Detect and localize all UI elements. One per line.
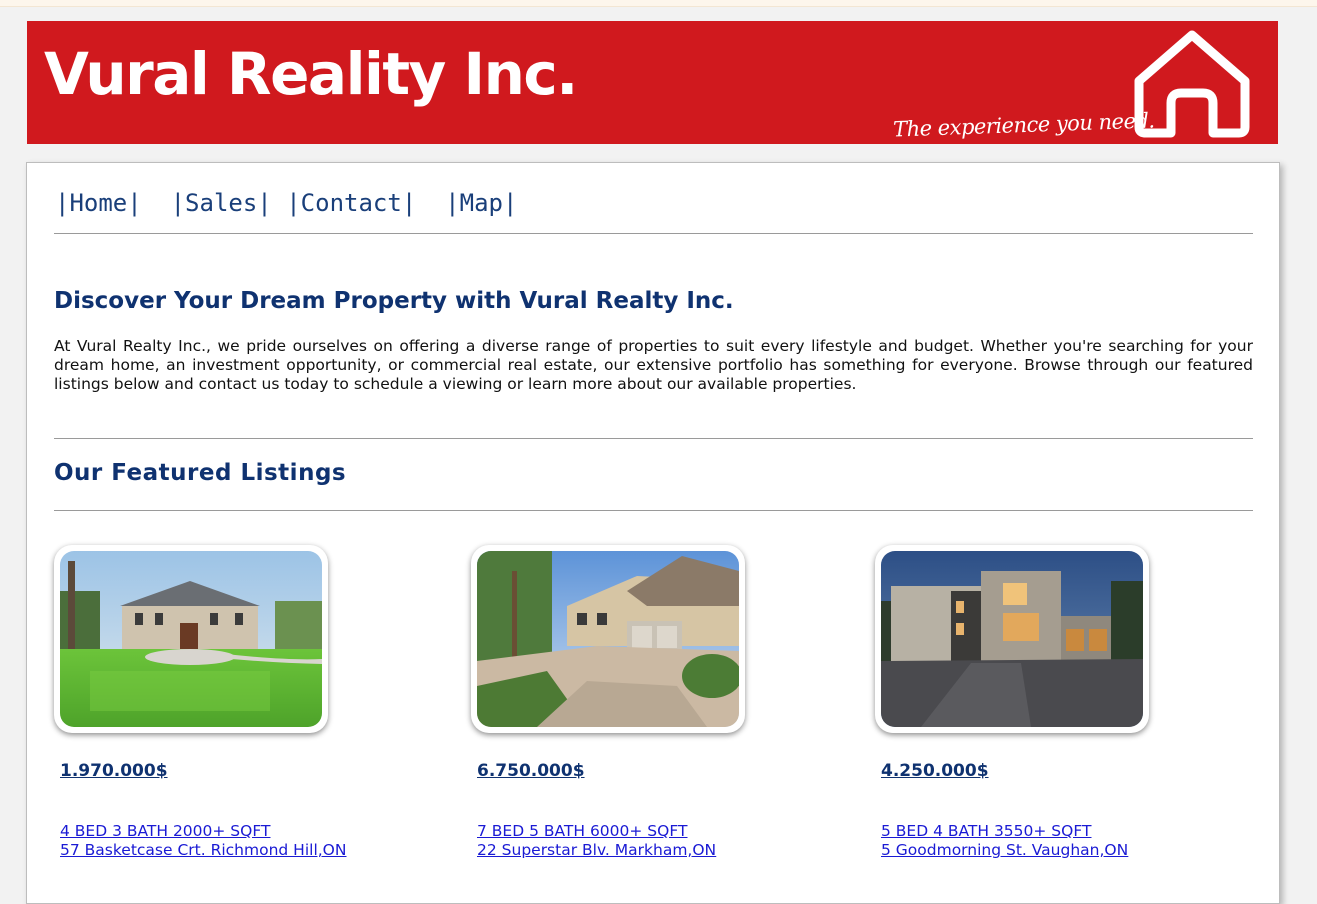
listing-photo[interactable]	[471, 545, 745, 733]
listing-specs-link[interactable]: 4 BED 3 BATH 2000+ SQFT	[60, 822, 270, 840]
listing-card: 4.250.000$ 5 BED 4 BATH 3550+ SQFT 5 Goo…	[875, 545, 1195, 865]
listing-price-link[interactable]: 4.250.000$	[881, 761, 989, 781]
intro-paragraph: At Vural Realty Inc., we pride ourselves…	[54, 337, 1253, 393]
banner-tagline: The experience you need.	[892, 108, 1155, 142]
house-photo-2	[477, 551, 739, 727]
content-panel: |Home| |Sales| |Contact| |Map| Discover …	[26, 162, 1280, 904]
listing-specs-link[interactable]: 7 BED 5 BATH 6000+ SQFT	[477, 822, 687, 840]
nav-home-link[interactable]: |Home|	[55, 189, 142, 217]
main-nav: |Home| |Sales| |Contact| |Map|	[55, 189, 517, 217]
house-outline-icon	[1134, 30, 1250, 138]
nav-map-link[interactable]: |Map|	[445, 189, 517, 217]
page-heading: Discover Your Dream Property with Vural …	[54, 288, 734, 314]
listing-price-link[interactable]: 1.970.000$	[60, 761, 168, 781]
listing-details: 7 BED 5 BATH 6000+ SQFT 22 Superstar Blv…	[477, 822, 716, 860]
site-banner: Vural Reality Inc. The experience you ne…	[27, 21, 1278, 144]
listing-card: 6.750.000$ 7 BED 5 BATH 6000+ SQFT 22 Su…	[471, 545, 791, 865]
listing-card: 1.970.000$ 4 BED 3 BATH 2000+ SQFT 57 Ba…	[54, 545, 374, 865]
listing-address-link[interactable]: 57 Basketcase Crt. Richmond Hill,ON	[60, 841, 346, 859]
listing-specs-link[interactable]: 5 BED 4 BATH 3550+ SQFT	[881, 822, 1091, 840]
listing-details: 4 BED 3 BATH 2000+ SQFT 57 Basketcase Cr…	[60, 822, 346, 860]
house-photo-1	[60, 551, 322, 727]
browser-top-strip	[0, 0, 1317, 7]
listing-address-link[interactable]: 22 Superstar Blv. Markham,ON	[477, 841, 716, 859]
listing-address-link[interactable]: 5 Goodmorning St. Vaughan,ON	[881, 841, 1128, 859]
section-divider-top	[54, 438, 1253, 439]
listing-price-link[interactable]: 6.750.000$	[477, 761, 585, 781]
nav-contact-link[interactable]: |Contact|	[286, 189, 416, 217]
listing-photo[interactable]	[54, 545, 328, 733]
section-divider-bottom	[54, 510, 1253, 511]
nav-sales-link[interactable]: |Sales|	[171, 189, 272, 217]
featured-heading: Our Featured Listings	[54, 460, 347, 486]
nav-divider	[54, 233, 1253, 234]
listing-details: 5 BED 4 BATH 3550+ SQFT 5 Goodmorning St…	[881, 822, 1128, 860]
banner-title: Vural Reality Inc.	[44, 40, 578, 108]
listing-photo[interactable]	[875, 545, 1149, 733]
house-photo-3	[881, 551, 1143, 727]
